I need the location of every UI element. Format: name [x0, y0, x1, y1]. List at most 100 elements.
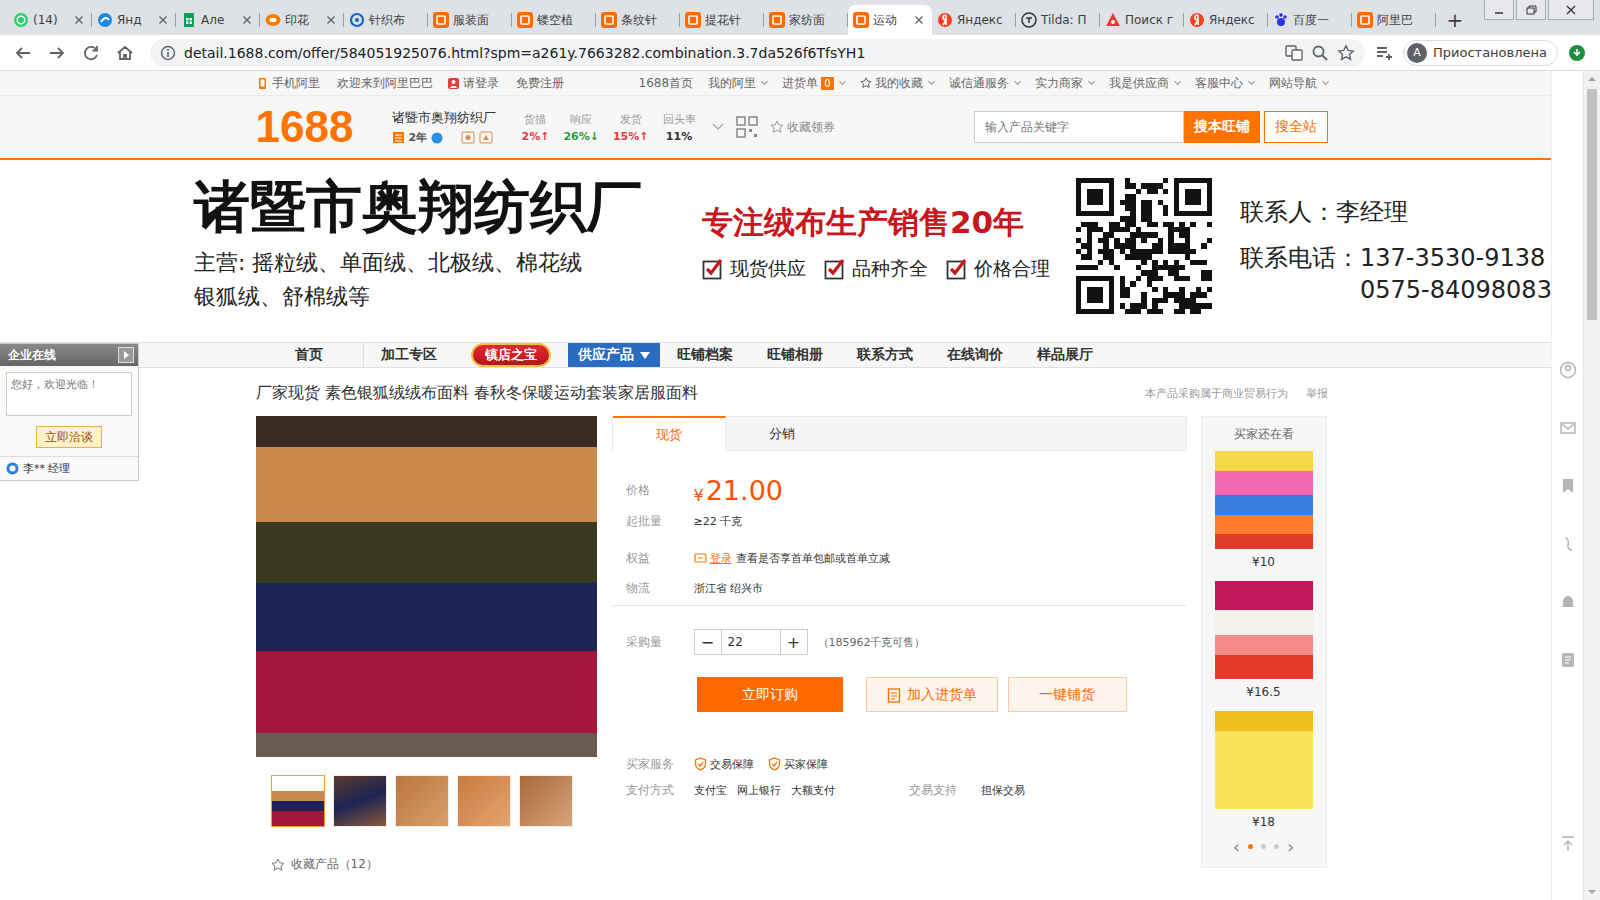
- browser-tab[interactable]: 百度一: [1268, 5, 1352, 35]
- top-nav-item[interactable]: 进货单0: [782, 75, 844, 92]
- reload-button[interactable]: [76, 38, 106, 68]
- scroll-up-icon[interactable]: [1584, 71, 1600, 87]
- collapse-icon[interactable]: [118, 347, 134, 363]
- browser-tab[interactable]: 条纹针: [596, 5, 680, 35]
- user-icon[interactable]: [1559, 361, 1577, 379]
- close-icon[interactable]: [911, 12, 927, 28]
- thumbnail[interactable]: [333, 775, 387, 827]
- search-button[interactable]: 搜本旺铺: [1184, 111, 1260, 143]
- restore-button[interactable]: [1516, 0, 1546, 20]
- top-nav-item[interactable]: 我的收藏: [860, 75, 934, 92]
- close-icon[interactable]: [323, 12, 339, 28]
- close-icon[interactable]: [155, 12, 171, 28]
- quantity-input[interactable]: [721, 630, 781, 654]
- browser-tab[interactable]: Поиск г: [1100, 5, 1184, 35]
- top-nav-item[interactable]: 我是供应商: [1109, 75, 1180, 92]
- top-nav-item[interactable]: 1688首页: [639, 75, 694, 92]
- thumbnail[interactable]: [457, 775, 511, 827]
- search-button[interactable]: 搜全站: [1264, 111, 1328, 143]
- related-item[interactable]: ¥16.5: [1215, 581, 1313, 699]
- reading-list-button[interactable]: [1369, 38, 1399, 68]
- browser-tab[interactable]: 镂空植: [512, 5, 596, 35]
- thumbnail[interactable]: [519, 775, 573, 827]
- url-text[interactable]: detail.1688.com/offer/584051925076.html?…: [184, 45, 1277, 61]
- address-bar[interactable]: detail.1688.com/offer/584051925076.html?…: [150, 39, 1365, 67]
- action-button[interactable]: 一键铺货: [1008, 677, 1127, 712]
- browser-tab[interactable]: 家纺面: [764, 5, 848, 35]
- close-icon[interactable]: [239, 12, 255, 28]
- browser-tab[interactable]: 运动: [848, 5, 932, 35]
- close-icon[interactable]: [71, 12, 87, 28]
- footprint-icon[interactable]: [1559, 535, 1577, 553]
- zoom-icon[interactable]: [1311, 44, 1329, 62]
- shop-nav-item[interactable]: 镇店之宝: [454, 343, 568, 367]
- bookmark-star-icon[interactable]: [1337, 44, 1355, 62]
- chat-now-button[interactable]: 立即洽谈: [36, 426, 102, 448]
- prev-button[interactable]: ‹: [1233, 836, 1240, 857]
- chevron-down-icon[interactable]: [712, 123, 724, 131]
- close-button[interactable]: [1548, 0, 1594, 20]
- search-input[interactable]: [974, 111, 1184, 143]
- chat-contact[interactable]: 李** 经理: [0, 456, 138, 480]
- bookmark-icon[interactable]: [1559, 477, 1577, 495]
- report-link[interactable]: 举报: [1306, 386, 1328, 401]
- new-tab-button[interactable]: +: [1440, 5, 1470, 35]
- next-button[interactable]: ›: [1287, 836, 1294, 857]
- top-nav-item[interactable]: 手机阿里: [256, 75, 320, 92]
- top-nav-item[interactable]: 网站导航: [1269, 75, 1328, 92]
- top-nav-item[interactable]: 客服中心: [1195, 75, 1254, 92]
- home-button[interactable]: [110, 38, 140, 68]
- top-nav-item[interactable]: 诚信通服务: [949, 75, 1020, 92]
- scroll-down-icon[interactable]: [1584, 884, 1600, 900]
- document-icon[interactable]: [1559, 651, 1577, 669]
- shop-nav-item[interactable]: 供应产品: [568, 343, 660, 367]
- top-nav-item[interactable]: 我的阿里: [708, 75, 767, 92]
- favorite-product[interactable]: 收藏产品（12）: [256, 856, 598, 873]
- shop-nav-item[interactable]: 旺铺档案: [660, 343, 750, 367]
- mail-icon[interactable]: [1559, 419, 1577, 437]
- back-button[interactable]: [8, 38, 38, 68]
- related-item[interactable]: ¥10: [1215, 451, 1313, 569]
- translate-icon[interactable]: [1285, 44, 1303, 62]
- extension-button[interactable]: [1562, 38, 1592, 68]
- top-nav-item[interactable]: 免费注册: [513, 75, 564, 92]
- thumbnail[interactable]: [271, 775, 325, 827]
- browser-tab[interactable]: Яндекс: [1184, 5, 1268, 35]
- shop-nav-item[interactable]: 样品展厅: [1020, 343, 1110, 367]
- top-nav-item[interactable]: 欢迎来到阿里巴巴: [334, 75, 433, 92]
- browser-tab[interactable]: 针织布: [344, 5, 428, 35]
- page-dot[interactable]: [1248, 844, 1253, 849]
- browser-tab[interactable]: Але: [176, 5, 260, 35]
- related-item[interactable]: ¥18: [1215, 711, 1313, 829]
- action-button[interactable]: 立即订购: [697, 677, 843, 712]
- decrease-button[interactable]: −: [695, 630, 721, 654]
- browser-tab[interactable]: (14): [8, 5, 92, 35]
- increase-button[interactable]: +: [781, 630, 807, 654]
- mode-tab[interactable]: 现货: [613, 416, 726, 451]
- shop-nav-item[interactable]: 加工专区: [364, 343, 454, 367]
- browser-tab[interactable]: Янд: [92, 5, 176, 35]
- shop-nav-item[interactable]: 在线询价: [930, 343, 1020, 367]
- browser-tab[interactable]: 服装面: [428, 5, 512, 35]
- chat-input[interactable]: [6, 372, 132, 416]
- thumbnail[interactable]: [395, 775, 449, 827]
- main-product-image[interactable]: [256, 416, 597, 757]
- qr-icon[interactable]: [736, 116, 758, 138]
- scrollbar[interactable]: [1583, 71, 1600, 900]
- browser-tab[interactable]: 提花针: [680, 5, 764, 35]
- forward-button[interactable]: [42, 38, 72, 68]
- browser-tab[interactable]: Яндекс: [932, 5, 1016, 35]
- login-link[interactable]: 登录: [710, 551, 732, 566]
- browser-tab[interactable]: 印花: [260, 5, 344, 35]
- browser-tab[interactable]: Tilda: П: [1016, 5, 1100, 35]
- top-nav-item[interactable]: 请登录: [447, 75, 499, 92]
- bell-icon[interactable]: [1559, 593, 1577, 611]
- site-logo[interactable]: 1688: [256, 102, 360, 152]
- top-nav-item[interactable]: 实力商家: [1035, 75, 1094, 92]
- shop-nav-item[interactable]: 首页: [256, 343, 364, 367]
- mode-tab[interactable]: 分销: [726, 417, 839, 450]
- scrollbar-thumb[interactable]: [1587, 89, 1597, 320]
- profile-button[interactable]: AПриостановлена: [1403, 40, 1558, 66]
- minimize-button[interactable]: [1484, 0, 1514, 20]
- page-dot[interactable]: [1261, 844, 1266, 849]
